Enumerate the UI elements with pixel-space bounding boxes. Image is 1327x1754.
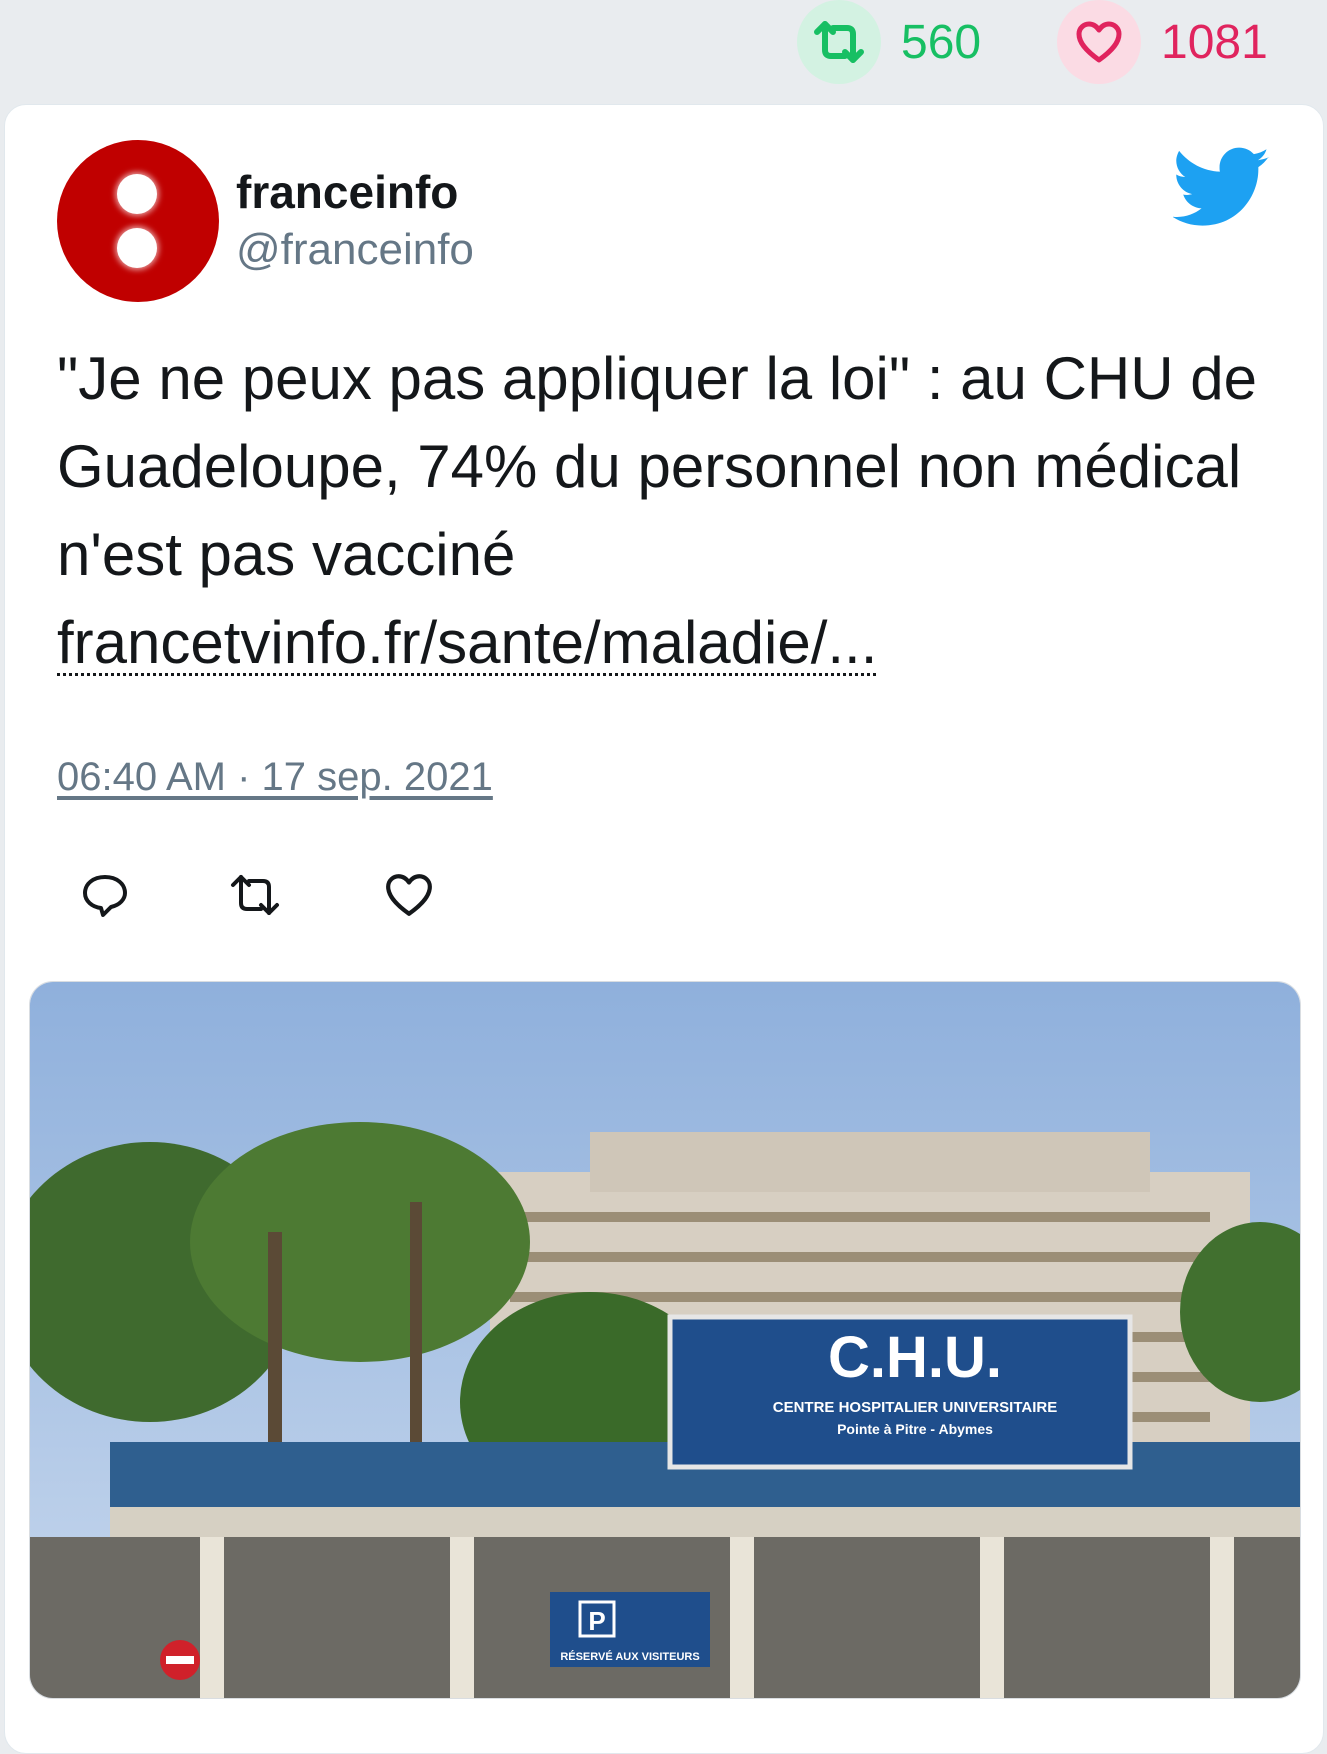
tweet-card: franceinfo @franceinfo "Je ne peux pas a… bbox=[4, 104, 1324, 1754]
tweet-media-image[interactable]: C.H.U. CENTRE HOSPITALIER UNIVERSITAIRE … bbox=[29, 981, 1301, 1699]
retweet-stat[interactable]: 560 bbox=[797, 0, 981, 84]
parking-text: RÉSERVÉ AUX VISITEURS bbox=[560, 1650, 699, 1663]
tweet-text: "Je ne peux pas appliquer la loi" : au C… bbox=[57, 335, 1277, 687]
like-icon[interactable] bbox=[379, 865, 439, 925]
sign-line2: Pointe à Pitre - Abymes bbox=[837, 1421, 993, 1437]
tweet-link[interactable]: francetvinfo.fr/sante/maladie/... bbox=[57, 609, 877, 676]
retweet-action-icon[interactable] bbox=[225, 865, 285, 925]
like-count: 1081 bbox=[1161, 15, 1268, 69]
retweet-count: 560 bbox=[901, 15, 982, 69]
avatar[interactable] bbox=[57, 140, 219, 302]
sign-line1: CENTRE HOSPITALIER UNIVERSITAIRE bbox=[773, 1399, 1057, 1416]
tweet-body: "Je ne peux pas appliquer la loi" : au C… bbox=[57, 345, 1257, 588]
engagement-stats: 560 1081 bbox=[0, 0, 1327, 100]
author-name[interactable]: franceinfo bbox=[236, 165, 458, 219]
tweet-timestamp[interactable]: 06:40 AM · 17 sep. 2021 bbox=[57, 755, 493, 800]
sign-title: C.H.U. bbox=[828, 1325, 1002, 1390]
author-handle[interactable]: @franceinfo bbox=[236, 225, 474, 275]
retweet-icon[interactable] bbox=[797, 0, 881, 84]
parking-letter: P bbox=[588, 1606, 605, 1636]
reply-icon[interactable] bbox=[75, 865, 135, 925]
logo-dot-bottom bbox=[117, 228, 157, 268]
twitter-bird-icon[interactable] bbox=[1173, 145, 1271, 231]
logo-dot-top bbox=[117, 174, 157, 214]
heart-icon[interactable] bbox=[1057, 0, 1141, 84]
like-stat[interactable]: 1081 bbox=[1057, 0, 1268, 84]
